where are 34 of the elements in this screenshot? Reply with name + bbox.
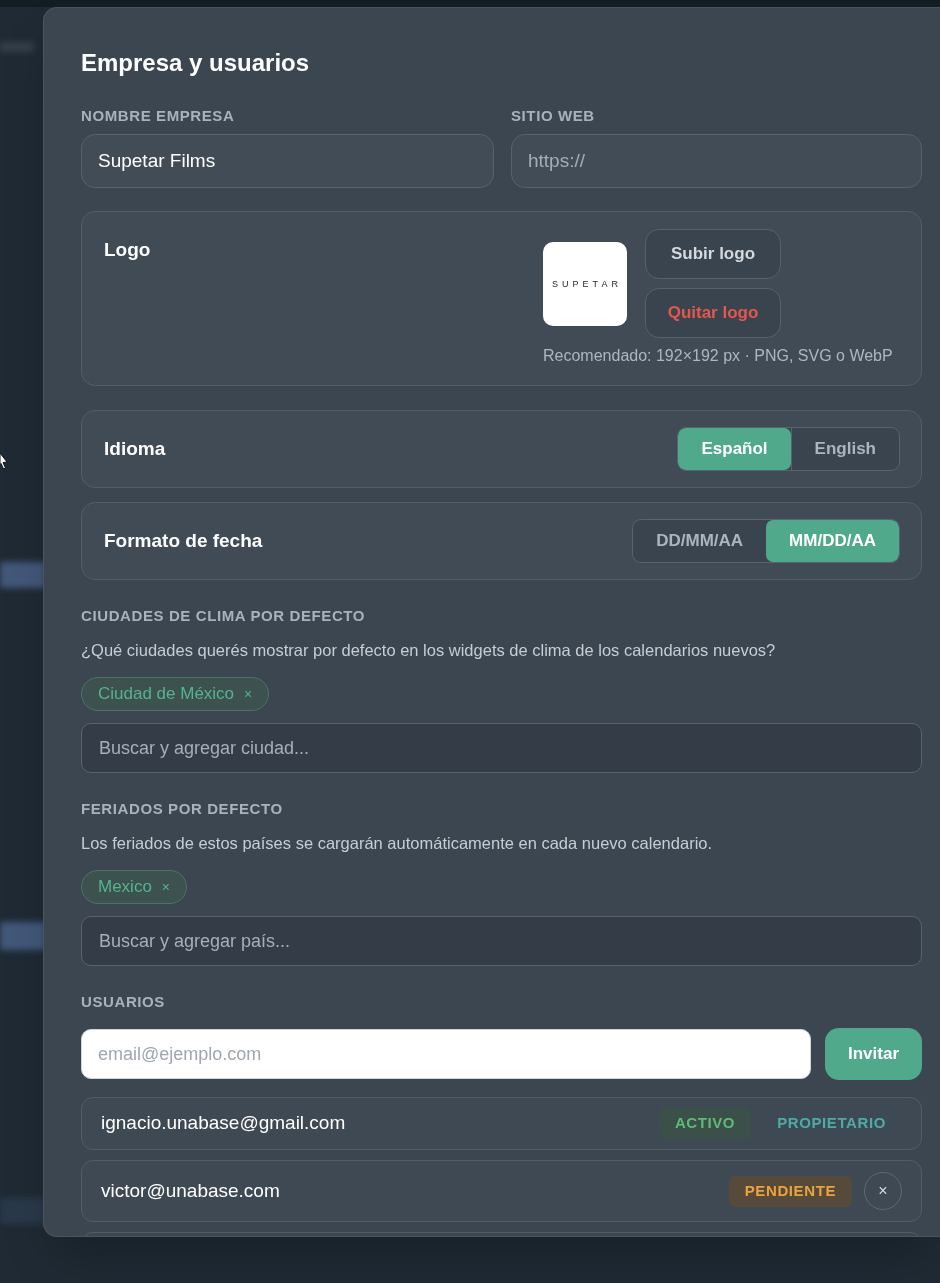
dialog-title: Empresa y usuarios [81,48,311,78]
section-heading: CIUDADES DE CLIMA POR DEFECTO [81,606,367,626]
segment-option[interactable]: MM/DD/AA [766,520,899,562]
upload-logo-button[interactable]: Subir logo [645,229,781,279]
section-description: ¿Qué ciudades querés mostrar por defecto en los widgets de clima de los calendarios nuevos? [81,640,777,660]
search-input[interactable]: Buscar y agregar país... [81,916,922,966]
section-description: Los feriados de estos países se cargarán automáticamente en cada nuevo calendario. [81,833,714,853]
logo-hint: Recomendado: 192×192 px · PNG, SVG o WebP [543,346,894,366]
cursor-icon [0,453,8,471]
user-email: ignacio.unabase@gmail.com [101,1111,346,1136]
user-email: victor@unabase.com [101,1178,280,1203]
field-label: NOMBRE EMPRESA [81,106,236,126]
remove-logo-button[interactable]: Quitar logo [645,288,781,338]
tag-label: Ciudad de México [98,683,235,706]
section-heading: USUARIOS [81,992,166,1012]
text-input[interactable]: https:// [511,134,922,188]
invite-button[interactable]: Invitar [825,1028,922,1080]
status-badge: ACTIVO [658,1108,752,1139]
search-input[interactable]: Buscar y agregar ciudad... [81,723,922,773]
tag-label: Mexico [98,876,152,899]
email-input[interactable]: email@ejemplo.com [81,1029,811,1079]
field-label: SITIO WEB [511,106,596,126]
tag-remove-button[interactable]: × [244,687,253,701]
card-label: Logo [104,239,151,261]
segment-option[interactable]: Español [678,428,791,470]
segment-option[interactable]: English [790,428,899,470]
card-label: Formato de fecha [104,528,263,553]
tag-remove-button[interactable]: × [161,880,171,894]
logo-wordmark: SUPETAR [551,278,622,289]
text-input[interactable]: Supetar Films [81,134,494,188]
card-label: Idioma [104,436,166,461]
section-heading: FERIADOS POR DEFECTO [81,799,284,819]
status-badge: PENDIENTE [728,1175,852,1207]
segment-option[interactable]: DD/MM/AA [633,520,767,562]
